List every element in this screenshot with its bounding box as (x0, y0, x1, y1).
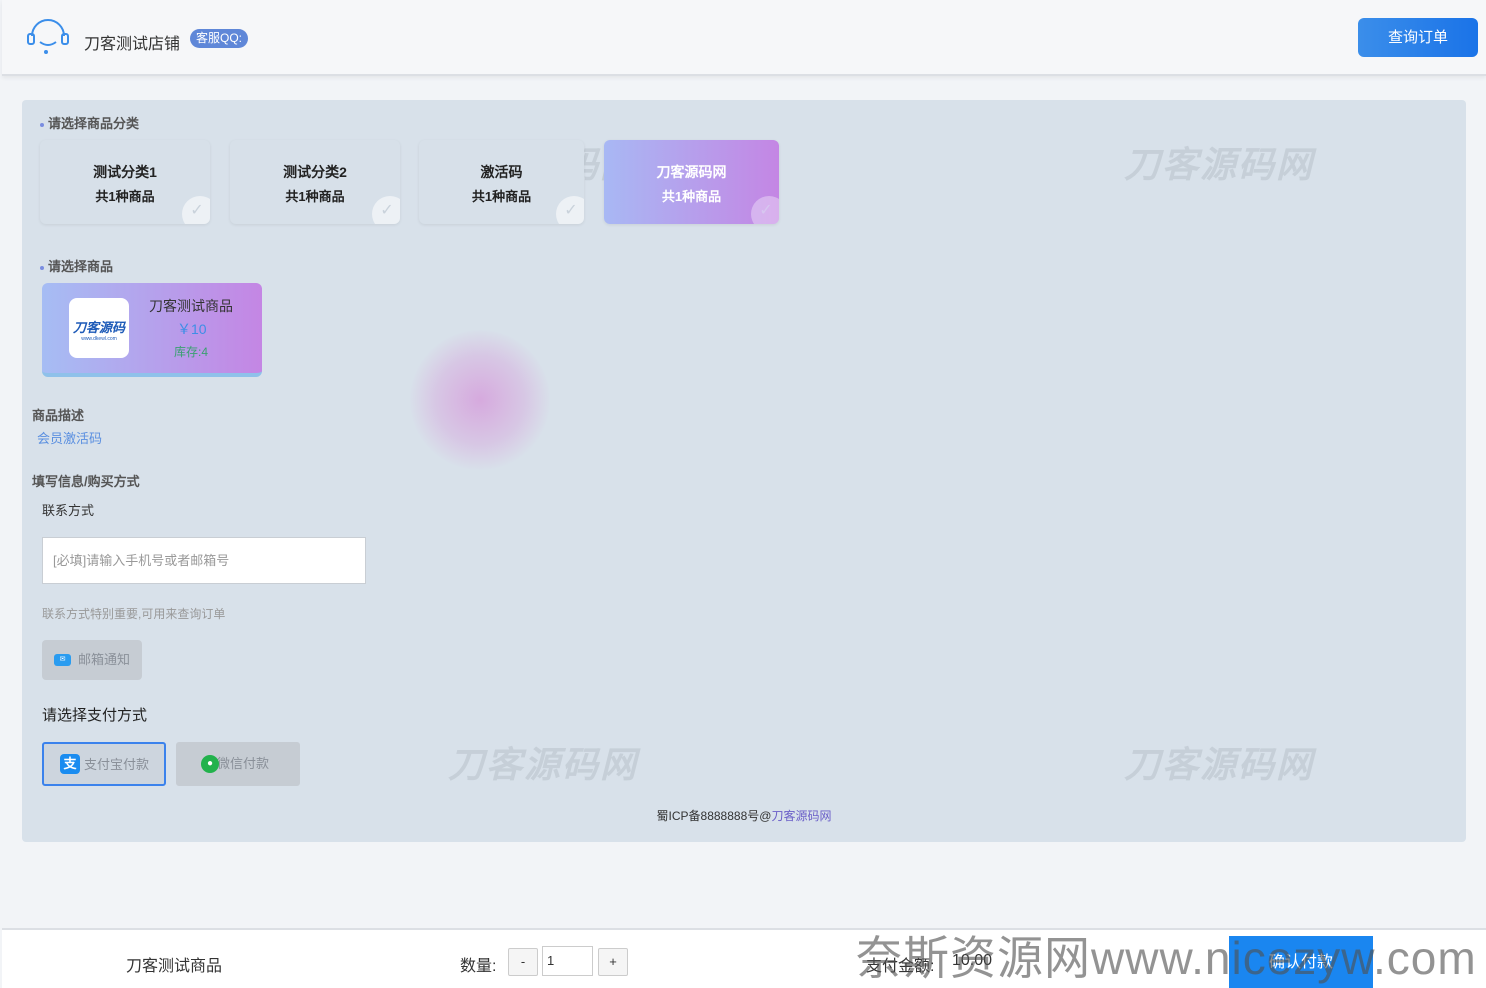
wechat-icon: ● (201, 755, 219, 773)
form-title: 填写信息/购买方式 (32, 474, 140, 489)
watermark: 刀客源码网 (1124, 744, 1315, 785)
quantity-input[interactable]: 1 (542, 946, 593, 976)
product-logo: 刀客源码 www.dkewl.com (69, 298, 129, 358)
customer-service-icon (27, 19, 69, 54)
category-card[interactable]: 激活码 共1种商品 ✓ (419, 140, 584, 224)
category-name: 激活码 (480, 164, 523, 180)
qq-badge[interactable]: 客服QQ: (190, 29, 249, 48)
category-name: 测试分类1 (93, 164, 157, 180)
category-title-text: 请选择商品分类 (48, 116, 140, 131)
quantity-minus-button[interactable]: - (508, 948, 538, 976)
description-value: 会员激活码 (37, 431, 103, 446)
site-watermark: 奈斯资源网www.nicezyw.com (856, 932, 1477, 984)
category-count: 共1种商品 (95, 189, 155, 204)
product-section-title: 请选择商品 (40, 256, 113, 275)
footer-link[interactable]: 刀客源码网 (771, 809, 831, 823)
product-logo-url: www.dkewl.com (81, 336, 117, 342)
product-name: 刀客测试商品 (149, 298, 233, 314)
product-stock: 库存:4 (174, 345, 209, 359)
category-card-active[interactable]: 刀客源码网 共1种商品 ✓ (604, 140, 779, 224)
decorative-glow (410, 330, 550, 470)
description-title: 商品描述 (32, 408, 85, 423)
alipay-icon: 支 (60, 754, 80, 774)
product-logo-text: 刀客源码 (72, 320, 125, 335)
category-card[interactable]: 测试分类1 共1种商品 ✓ (40, 140, 210, 224)
category-card[interactable]: 测试分类2 共1种商品 ✓ (230, 140, 400, 224)
email-icon: ✉ (54, 654, 71, 666)
footer-icp: 蜀ICP备8888888号@刀客源码网 (22, 807, 1466, 824)
watermark: 刀客源码网 (448, 744, 639, 785)
product-price: ￥10 (177, 321, 207, 337)
category-name: 测试分类2 (283, 164, 347, 180)
selected-product-name: 刀客测试商品 (126, 958, 223, 975)
watermark: 刀客源码网 (1124, 144, 1315, 185)
contact-hint: 联系方式特别重要,可用来查询订单 (42, 607, 226, 621)
alipay-button[interactable]: 支 支付宝付款 (42, 742, 166, 786)
category-count: 共1种商品 (661, 189, 722, 204)
wechat-pay-label: 微信付款 (217, 756, 270, 771)
bullet-icon (40, 122, 44, 127)
query-order-button[interactable]: 查询订单 (1358, 18, 1478, 57)
quantity-label: 数量: (460, 958, 497, 975)
category-section-title: 请选择商品分类 (40, 113, 139, 132)
email-notify-button[interactable]: ✉ 邮箱通知 (42, 640, 142, 680)
payment-title: 请选择支付方式 (42, 707, 148, 724)
email-notify-label: 邮箱通知 (78, 652, 131, 667)
icp-text: 蜀ICP备8888888号@ (656, 809, 772, 823)
header: 刀客测试店铺 客服QQ: 查询订单 (2, 0, 1486, 76)
contact-input[interactable]: [必填]请输入手机号或者邮箱号 (42, 537, 366, 584)
category-count: 共1种商品 (285, 189, 345, 204)
product-card[interactable]: 刀客源码 www.dkewl.com 刀客测试商品 ￥10 库存:4 (42, 283, 262, 377)
quantity-plus-button[interactable]: + (598, 948, 628, 976)
main-panel: 刀客源码网 刀客源码网 刀客源码网 刀客源码网 请选择商品分类 测试分类1 共1… (22, 100, 1466, 842)
shop-name: 刀客测试店铺 (84, 36, 181, 53)
bullet-icon (40, 265, 44, 270)
wechat-pay-button[interactable]: ● 微信付款 (176, 742, 300, 786)
contact-label: 联系方式 (42, 503, 95, 518)
product-title-text: 请选择商品 (48, 259, 114, 274)
category-name: 刀客源码网 (656, 164, 727, 180)
alipay-label: 支付宝付款 (84, 757, 150, 772)
